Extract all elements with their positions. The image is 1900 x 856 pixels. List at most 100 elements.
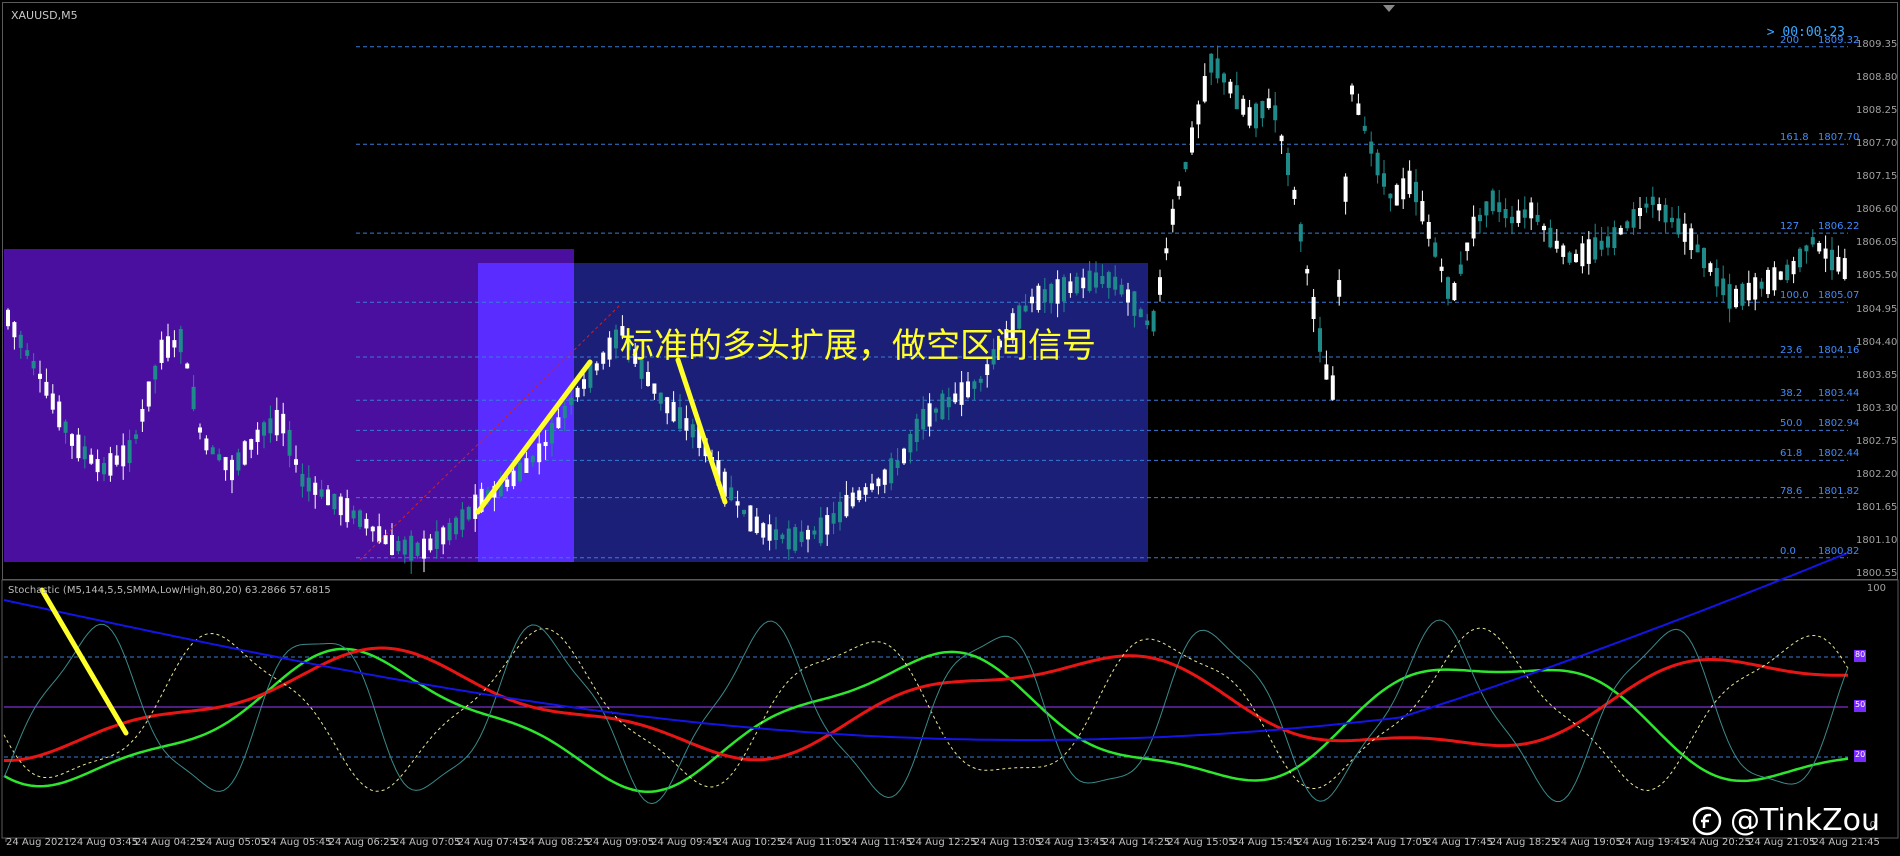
price-axis-label: 1802.75 [1856,435,1898,447]
candle-body [1138,309,1143,318]
candle-body [1791,260,1796,275]
candle-body [390,534,394,556]
candle-body [255,429,260,443]
stoch-level-80: 80 [1855,650,1866,659]
candle-body [1113,276,1118,290]
candle-body [876,478,881,487]
candle-body [780,534,785,539]
candle-body [198,427,202,433]
candle-body [1663,204,1668,223]
candle-body [1254,103,1258,129]
candle-body [377,526,382,543]
candle-body [1100,275,1105,285]
candle-body [1478,214,1482,222]
candle-body [748,505,753,532]
candle-body [1394,184,1399,206]
time-axis-label: 24 Aug 07:05 [393,837,461,848]
candle-body [1279,135,1284,142]
candle-body [242,441,247,465]
candle-body [844,494,849,517]
candle-body [831,513,836,524]
price-chart-canvas [1,45,1899,842]
candle-body [82,446,87,460]
candle-body [18,334,23,348]
candle-body [1055,279,1060,304]
candle-body [742,509,746,515]
candle-body [217,454,222,461]
candle-body [1695,244,1700,253]
candle-body [575,387,580,398]
candle-body [921,408,926,430]
time-axis-label: 24 Aug 10:25 [715,837,784,848]
candle-body [1177,186,1182,196]
price-axis-label: 1806.05 [1856,237,1898,249]
candle-body [601,352,606,364]
candle-body [294,459,298,465]
candle-body [114,455,119,465]
fib-ratio-label: 100.0 [1780,290,1809,302]
candle-body [345,498,350,523]
time-axis-label: 24 Aug 04:25 [135,837,203,848]
candle-body [1650,196,1655,205]
candle-body [850,492,855,507]
time-axis-label: 24 Aug 13:05 [973,837,1042,848]
price-axis-label: 1803.30 [1856,402,1898,414]
candle-body [1074,276,1079,294]
candle-body [1094,272,1098,288]
stoch-level-20: 20 [1855,750,1866,759]
candle-body [159,339,164,363]
candle-body [1042,289,1047,303]
candle-body [1785,264,1790,281]
candle-body [1241,98,1246,115]
candle-body [978,378,983,383]
candle-body [31,360,36,369]
candle-body [383,535,388,545]
candle-body [1586,239,1591,264]
candle-body [1714,268,1719,287]
time-axis-label: 24 Aug 06:25 [328,837,397,848]
candle-body [518,462,522,482]
price-axis-label: 1806.60 [1856,204,1898,216]
candle-body [50,393,55,410]
candle-body [767,524,772,541]
time-axis-label: 24 Aug 12:25 [909,837,977,848]
candle-body [671,401,676,422]
candle-body [658,392,663,404]
price-axis-label: 1800.55 [1856,568,1898,579]
candle-body [556,417,561,429]
candle-body [89,454,94,464]
candle-body [447,522,452,541]
candle-body [1529,202,1534,219]
candle-body [940,393,945,420]
time-axis-label: 24 Aug 13:45 [1038,837,1106,848]
time-axis-label: 24 Aug 15:45 [1231,837,1300,848]
candle-body [1247,107,1252,126]
candle-body [1497,202,1502,213]
candle-body [1305,268,1310,274]
candle-body [1190,127,1194,153]
candle-body [1081,277,1086,289]
candle-body [428,538,433,551]
candle-body [1452,283,1457,301]
candle-body [562,405,567,419]
candle-body [1337,280,1342,297]
candle-body [1830,249,1834,271]
time-axis-label: 24 Aug 15:05 [1167,837,1235,848]
watermark-text: @TinkZou [1729,803,1880,838]
candle-body [1286,152,1290,176]
candle-body [1542,225,1546,231]
candle-body [95,459,100,473]
candle-body [1087,270,1092,291]
price-axis-label: 1801.65 [1856,501,1898,513]
candle-body [1580,243,1585,267]
candle-body [1593,237,1598,260]
candle-body [351,510,356,519]
candle-body [274,409,279,436]
candle-body [959,382,964,405]
candle-body [1343,176,1348,202]
price-axis-label: 1809.35 [1856,39,1898,50]
candle-body [1638,208,1642,216]
candle-body [306,477,311,492]
time-axis-label: 24 Aug 07:45 [457,837,526,848]
time-axis-label: 24 Aug 18:25 [1489,837,1558,848]
